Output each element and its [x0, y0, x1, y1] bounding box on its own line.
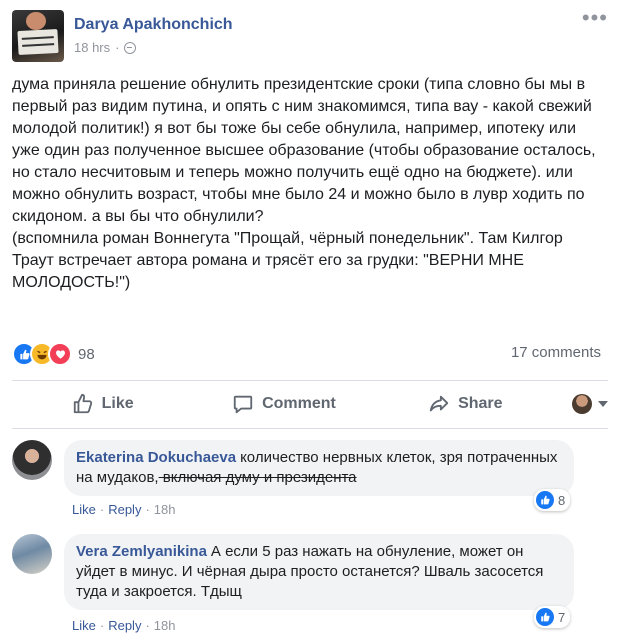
share-button[interactable]: Share	[375, 393, 556, 415]
comment-time[interactable]: 18h	[154, 618, 176, 633]
comment-time[interactable]: 18h	[154, 502, 176, 517]
comment-reply-link[interactable]: Reply	[108, 502, 141, 517]
comment-reply-link[interactable]: Reply	[108, 618, 141, 633]
author-avatar[interactable]	[12, 10, 64, 62]
comment-actions: Like · Reply · 18h	[72, 502, 176, 517]
share-icon	[429, 395, 449, 412]
comment-bubble: Vera Zemlyanikina А если 5 раз нажать на …	[64, 534, 574, 610]
post-header: Darya Apakhonchich 18 hrs · •••	[12, 7, 608, 64]
action-bar: Like Comment Share	[12, 384, 608, 424]
post-text: дума приняла решение обнулить президентс…	[12, 76, 596, 291]
globe-icon[interactable]	[124, 41, 137, 54]
more-icon[interactable]: •••	[582, 7, 608, 29]
commenter-avatar[interactable]	[12, 440, 52, 480]
like-icon	[73, 393, 92, 414]
love-icon	[48, 342, 72, 366]
commenter-name[interactable]: Vera Zemlyanikina	[76, 543, 207, 560]
reaction-count[interactable]: 98	[78, 346, 95, 363]
commenter-avatar[interactable]	[12, 534, 52, 574]
comment-like-link[interactable]: Like	[72, 618, 96, 633]
comment-reaction-count: 7	[558, 609, 566, 625]
divider	[12, 428, 608, 429]
comment-like-link[interactable]: Like	[72, 502, 96, 517]
like-label: Like	[101, 395, 134, 412]
comment-bubble: Ekaterina Dokuchaeva количество нервных к…	[64, 440, 574, 496]
comment-icon	[233, 395, 253, 414]
commenter-name[interactable]: Ekaterina Dokuchaeva	[76, 449, 236, 466]
comment-reactions[interactable]: 7	[534, 606, 571, 628]
comment-reactions[interactable]: 8	[534, 489, 571, 511]
separator: ·	[99, 618, 105, 633]
comments-count[interactable]: 17 comments	[511, 344, 601, 361]
separator: ·	[145, 618, 150, 633]
comment-label: Comment	[262, 395, 336, 412]
author-name[interactable]: Darya Apakhonchich	[74, 16, 233, 34]
reactions-summary[interactable]: 98	[12, 342, 95, 366]
share-label: Share	[458, 395, 503, 412]
comment-actions: Like · Reply · 18h	[72, 618, 176, 633]
chevron-down-icon	[597, 401, 608, 407]
comment-strike-text: включая думу и президента	[158, 469, 357, 486]
separator: ·	[99, 502, 105, 517]
like-icon	[536, 491, 554, 509]
comment-reaction-count: 8	[558, 492, 566, 508]
post-meta: 18 hrs ·	[74, 40, 137, 55]
audience-selector[interactable]	[556, 394, 608, 414]
separator: ·	[145, 502, 150, 517]
avatar	[571, 394, 592, 414]
meta-separator: ·	[115, 40, 120, 55]
like-icon	[536, 608, 554, 626]
divider	[12, 380, 608, 381]
post-time[interactable]: 18 hrs	[74, 40, 110, 55]
comment-button[interactable]: Comment	[193, 393, 374, 415]
like-button[interactable]: Like	[12, 393, 193, 415]
